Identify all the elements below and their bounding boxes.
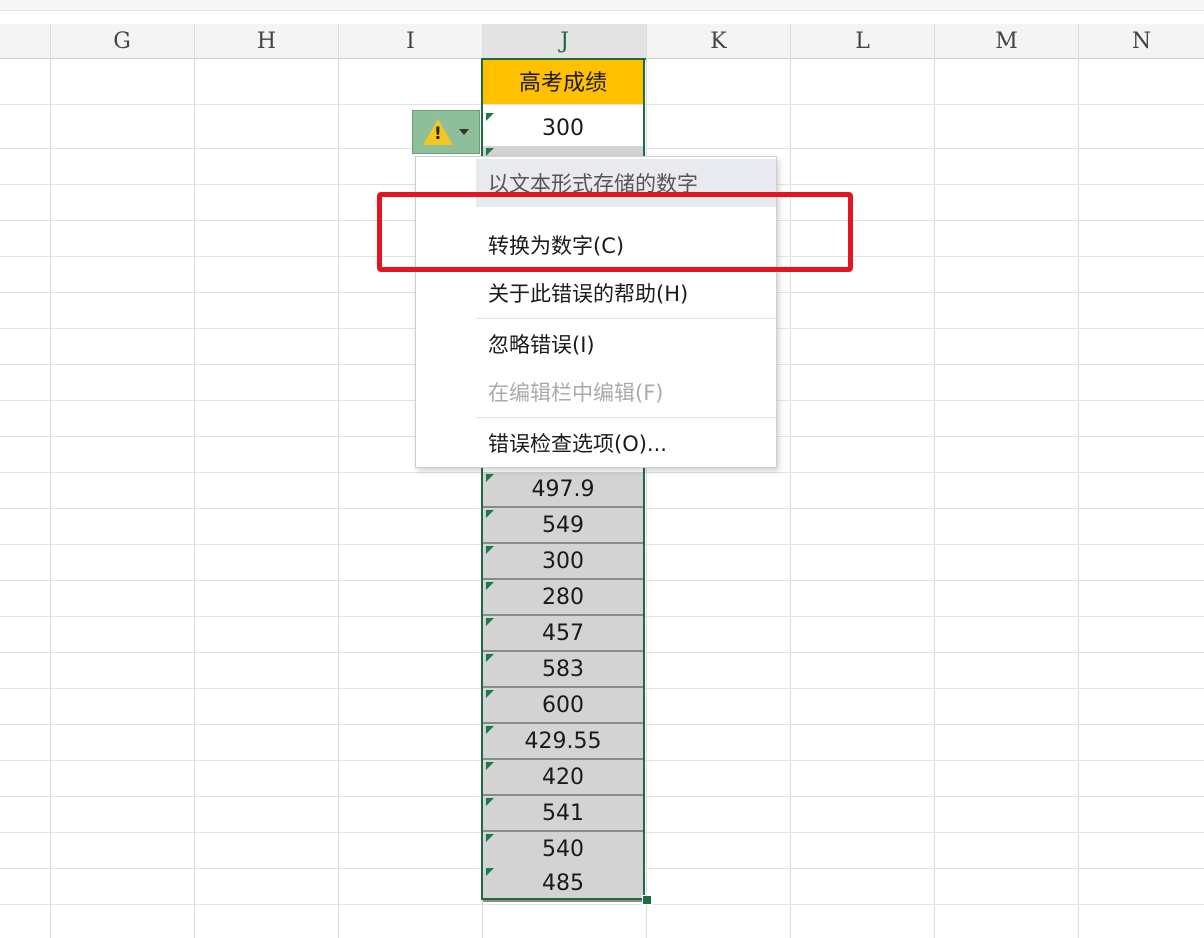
column-header-j[interactable]: J <box>483 24 646 60</box>
menu-separator <box>476 318 776 319</box>
data-cell[interactable]: 457 <box>483 616 643 652</box>
error-indicator <box>486 690 494 698</box>
highlight-box <box>377 192 853 272</box>
column-header-i[interactable]: I <box>339 24 482 59</box>
cell-value: 429.55 <box>524 728 602 754</box>
menu-item-help[interactable]: 关于此错误的帮助(H) <box>476 269 776 317</box>
data-cell[interactable]: 300 <box>483 111 643 145</box>
grid-line <box>194 24 195 938</box>
cell-value: 497.9 <box>531 476 595 502</box>
column-header-m[interactable]: M <box>935 24 1078 59</box>
error-indicator <box>486 726 494 734</box>
cell-value: 457 <box>542 620 584 646</box>
error-indicator <box>486 618 494 626</box>
error-check-button[interactable]: ! <box>412 110 480 154</box>
menu-item-edit-in-formula-bar[interactable]: 在编辑栏中编辑(F) <box>476 368 776 416</box>
spreadsheet: G H I J K L M N 高考成绩 300 497.9 549 300 2… <box>0 0 1204 938</box>
data-cell[interactable]: 541 <box>483 796 643 832</box>
data-cell[interactable]: 583 <box>483 652 643 688</box>
error-indicator <box>486 582 494 590</box>
warning-icon: ! <box>423 119 453 145</box>
grid-line <box>1078 24 1079 938</box>
data-cell[interactable]: 497.9 <box>483 472 643 508</box>
grid-line <box>338 24 339 938</box>
error-indicator <box>486 113 494 121</box>
cell-value: 485 <box>542 870 584 896</box>
toolbar-strip <box>0 0 1204 11</box>
cell-value: 541 <box>542 800 584 826</box>
grid-line <box>790 24 791 938</box>
cell-value: 540 <box>542 836 584 862</box>
fill-handle[interactable] <box>642 895 652 905</box>
data-cell[interactable]: 549 <box>483 508 643 544</box>
chevron-down-icon <box>459 129 469 135</box>
data-cell[interactable]: 540 <box>483 832 643 868</box>
grid-line <box>934 24 935 938</box>
error-indicator <box>486 546 494 554</box>
cell-value: 300 <box>542 115 584 141</box>
error-indicator <box>486 510 494 518</box>
menu-item-error-options[interactable]: 错误检查选项(O)... <box>476 419 776 467</box>
data-cell[interactable]: 280 <box>483 580 643 616</box>
data-cell[interactable]: 600 <box>483 688 643 724</box>
column-header-g[interactable]: G <box>50 24 194 59</box>
cell-value: 280 <box>542 584 584 610</box>
error-indicator <box>486 474 494 482</box>
grid-line <box>0 904 1204 905</box>
header-cell-score[interactable]: 高考成绩 <box>483 58 643 104</box>
data-cell[interactable]: 429.55 <box>483 724 643 760</box>
error-indicator <box>486 798 494 806</box>
error-indicator <box>486 834 494 842</box>
corner-cell[interactable] <box>0 24 50 59</box>
error-indicator <box>486 762 494 770</box>
menu-separator <box>476 417 776 418</box>
cell-value: 600 <box>542 692 584 718</box>
column-header-n[interactable]: N <box>1079 24 1204 59</box>
data-cell[interactable]: 300 <box>483 544 643 580</box>
cell-value: 300 <box>542 548 584 574</box>
error-indicator <box>486 654 494 662</box>
data-cell[interactable]: 420 <box>483 760 643 796</box>
data-cell[interactable]: 485 <box>483 866 643 902</box>
cell-value: 583 <box>542 656 584 682</box>
error-indicator <box>486 868 494 876</box>
column-header-k[interactable]: K <box>647 24 790 59</box>
cell-value: 420 <box>542 764 584 790</box>
menu-item-ignore-error[interactable]: 忽略错误(I) <box>476 320 776 368</box>
cell-value: 549 <box>542 512 584 538</box>
column-header-l[interactable]: L <box>791 24 934 59</box>
column-header-h[interactable]: H <box>195 24 338 59</box>
error-indicator <box>486 148 494 156</box>
grid-line <box>0 104 1204 105</box>
grid-line <box>50 24 51 938</box>
